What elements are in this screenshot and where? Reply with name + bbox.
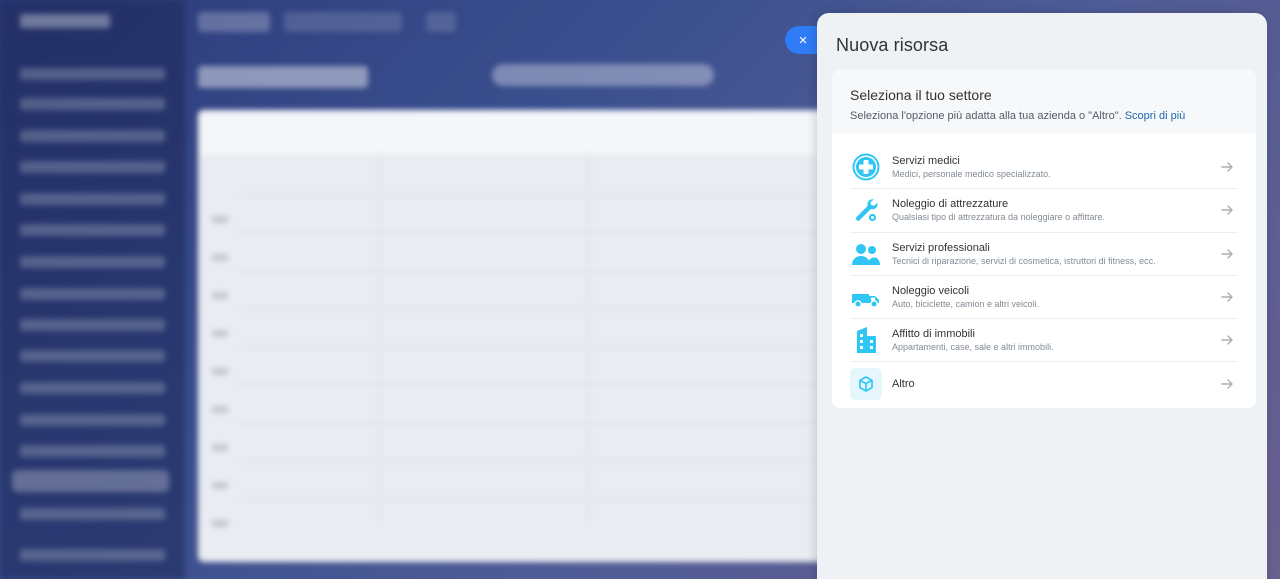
background-menu-item	[20, 445, 165, 457]
background-time-label	[212, 254, 228, 261]
background-menu-item	[20, 549, 165, 561]
background-menu-item	[20, 161, 165, 173]
sector-item-title: Servizi professionali	[892, 241, 990, 254]
background-grid-line	[238, 232, 838, 233]
vehicle-icon	[850, 281, 882, 313]
background-time-label	[212, 216, 228, 223]
background-calendar-header	[198, 110, 838, 154]
people-icon	[850, 238, 882, 270]
arrow-right-icon	[1221, 292, 1233, 302]
background-time-label	[212, 520, 228, 527]
close-button[interactable]: ×	[785, 26, 819, 54]
sector-card: Seleziona il tuo settore Seleziona l'opz…	[832, 70, 1256, 408]
medical-cross-icon	[850, 151, 882, 183]
sector-item-title: Altro	[892, 378, 915, 391]
background-time-label	[212, 444, 228, 451]
background-menu-item	[20, 288, 165, 300]
sector-item-title: Noleggio di attrezzature	[892, 198, 1009, 211]
sector-item-real-estate-rental[interactable]: Affitto di immobili Appartamenti, case, …	[850, 319, 1238, 363]
background-time-label	[212, 482, 228, 489]
background-menu-item	[20, 256, 165, 268]
background-tab	[426, 12, 456, 32]
sector-item-description: Qualsiasi tipo di attrezzatura da nolegg…	[892, 212, 1105, 223]
sector-item-title: Affitto di immobili	[892, 328, 975, 341]
sector-item-text: Altro	[892, 378, 1220, 390]
background-menu-item	[20, 224, 165, 236]
background-grid-line	[238, 270, 838, 271]
background-grid-line	[378, 154, 379, 522]
background-menu-item-active	[12, 470, 169, 492]
sector-item-text: Servizi medici Medici, personale medico …	[892, 155, 1220, 179]
arrow-right-icon	[1221, 335, 1233, 346]
background-grid-line	[238, 422, 838, 423]
background-sidebar	[0, 0, 185, 579]
background-time-label	[212, 292, 228, 299]
arrow-right-icon	[1221, 249, 1233, 259]
sector-item-description: Tecnici di riparazione, servizi di cosme…	[892, 255, 1156, 266]
learn-more-link[interactable]: Scopri di più	[1125, 110, 1186, 122]
arrow-right-icon	[1221, 205, 1233, 216]
background-menu-item	[20, 414, 165, 426]
background-menu-item	[20, 319, 165, 331]
card-subtitle: Seleziona l'opzione più adatta alla tua …	[850, 110, 1238, 122]
sector-item-text: Affitto di immobili Appartamenti, case, …	[892, 328, 1220, 352]
sector-list: Servizi medici Medici, personale medico …	[832, 134, 1256, 406]
background-time-label	[212, 368, 228, 375]
sector-item-description: Appartamenti, case, sale e altri immobil…	[892, 342, 1054, 353]
background-menu-item	[20, 193, 165, 205]
card-subtitle-text: Seleziona l'opzione più adatta alla tua …	[850, 110, 1122, 122]
background-page-title	[198, 66, 368, 88]
sector-item-text: Noleggio veicoli Auto, biciclette, camio…	[892, 285, 1220, 309]
background-grid-line	[238, 384, 838, 385]
background-grid-line	[588, 154, 589, 522]
background-time-label	[212, 406, 228, 413]
background-menu-item	[20, 68, 165, 80]
arrow-right-icon	[1221, 379, 1233, 389]
sector-item-equipment-rental[interactable]: Noleggio di attrezzature Qualsiasi tipo …	[850, 189, 1238, 233]
background-grid-line	[238, 308, 838, 309]
sector-item-text: Noleggio di attrezzature Qualsiasi tipo …	[892, 198, 1220, 222]
sector-item-other[interactable]: Altro	[850, 362, 1238, 405]
close-icon: ×	[798, 31, 808, 49]
background-tab	[198, 12, 270, 32]
background-menu-item	[20, 508, 165, 520]
background-calendar	[198, 110, 838, 562]
background-time-label	[212, 330, 228, 337]
background-grid-line	[238, 460, 838, 461]
sector-item-medical-services[interactable]: Servizi medici Medici, personale medico …	[850, 146, 1238, 190]
card-header: Seleziona il tuo settore Seleziona l'opz…	[832, 70, 1256, 134]
background-menu-item	[20, 98, 165, 110]
background-grid-line	[238, 194, 838, 195]
cube-icon	[850, 368, 882, 401]
new-resource-panel: Nuova risorsa Seleziona il tuo settore S…	[817, 13, 1267, 579]
card-heading: Seleziona il tuo settore	[850, 87, 992, 103]
building-icon	[850, 324, 882, 356]
sector-item-professional-services[interactable]: Servizi professionali Tecnici di riparaz…	[850, 233, 1238, 276]
sector-item-title: Noleggio veicoli	[892, 285, 970, 298]
sector-item-text: Servizi professionali Tecnici di riparaz…	[892, 242, 1220, 266]
background-menu-item	[20, 382, 165, 394]
background-grid-line	[238, 346, 838, 347]
background-tab	[284, 12, 402, 32]
background-menu-item	[20, 350, 165, 362]
arrow-right-icon	[1221, 162, 1233, 172]
background-search	[492, 64, 714, 86]
background-grid-line	[238, 498, 838, 499]
sector-item-vehicle-rental[interactable]: Noleggio veicoli Auto, biciclette, camio…	[850, 276, 1238, 320]
sector-item-description: Auto, biciclette, camion e altri veicoli…	[892, 299, 1040, 310]
wrench-gear-icon	[850, 194, 882, 226]
sector-item-title: Servizi medici	[892, 155, 960, 168]
panel-title: Nuova risorsa	[836, 35, 949, 55]
background-menu-item	[20, 130, 165, 142]
background-logo	[20, 14, 110, 28]
sector-item-description: Medici, personale medico specializzato.	[892, 169, 1051, 180]
